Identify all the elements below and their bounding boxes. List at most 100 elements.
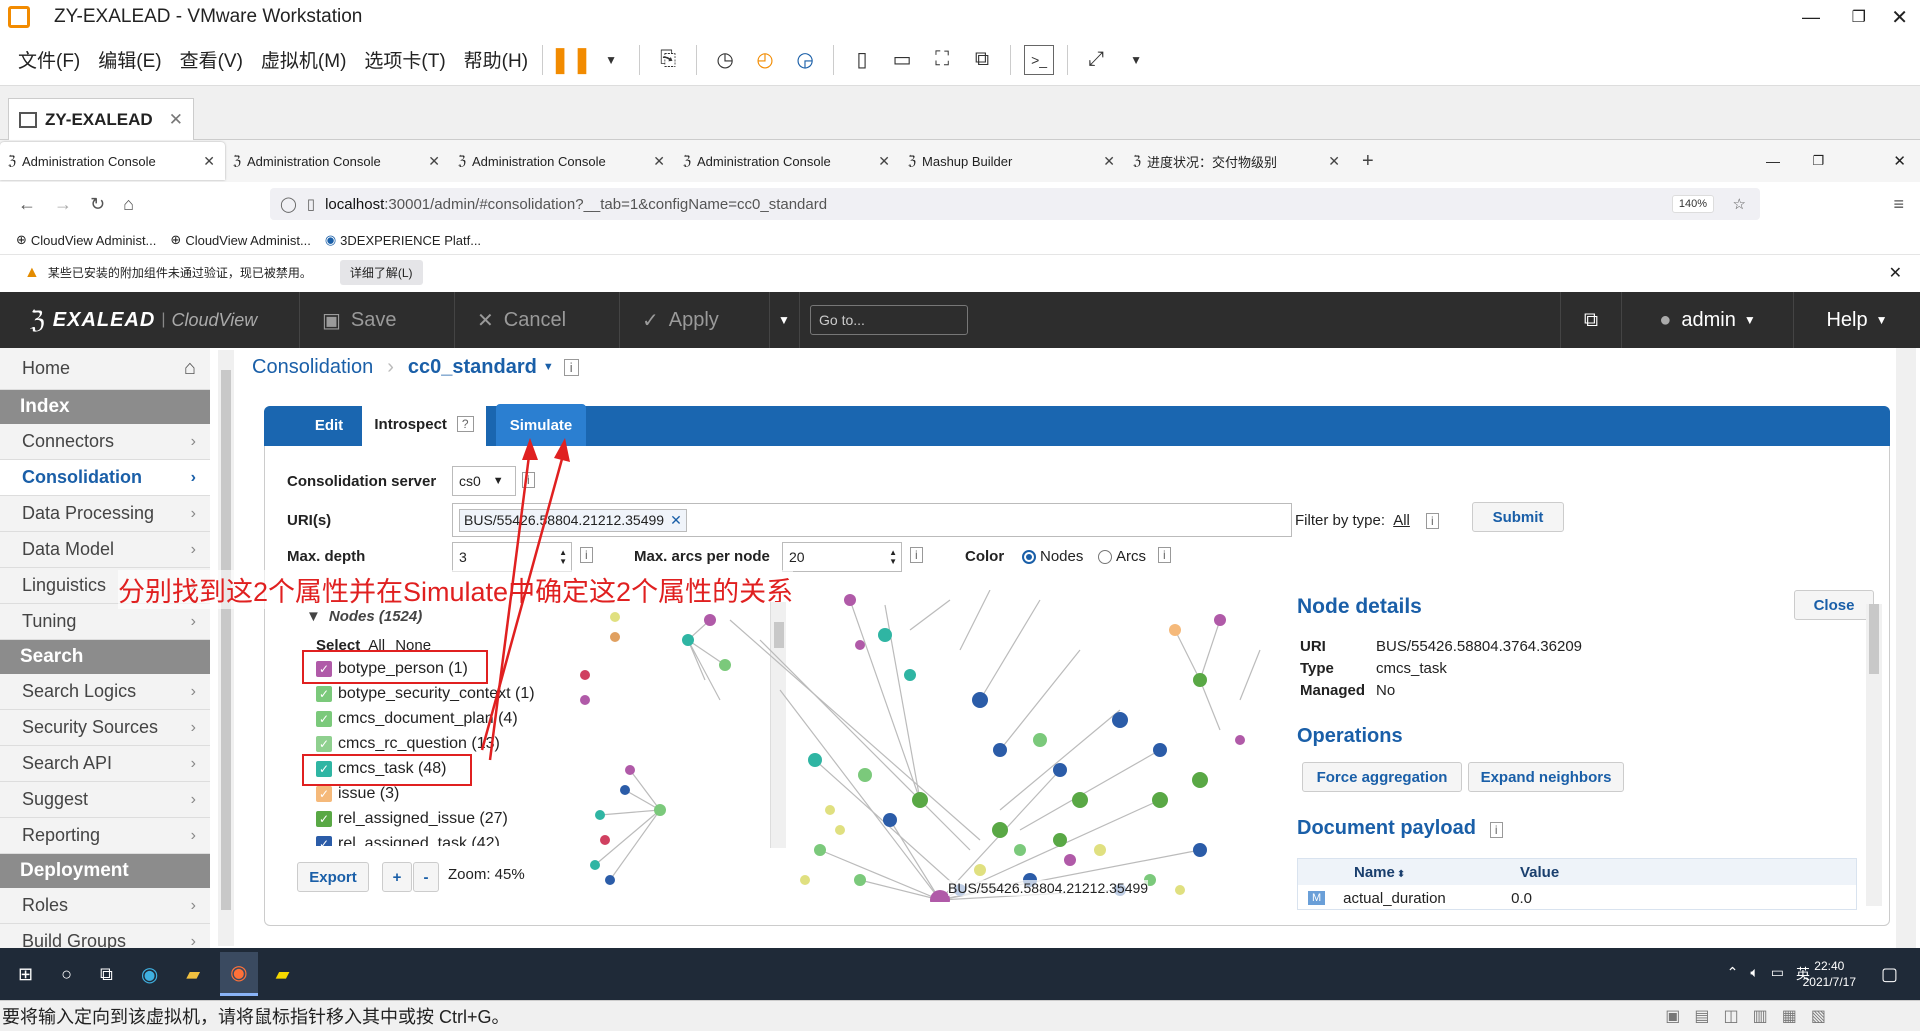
minimize-icon[interactable]: — bbox=[1766, 153, 1780, 169]
graph-canvas[interactable] bbox=[560, 590, 1270, 902]
export-button[interactable]: Export bbox=[297, 862, 369, 892]
bookmark-star-icon[interactable]: ☆ bbox=[1733, 195, 1746, 213]
revert-snapshot-icon[interactable]: ◴ bbox=[750, 45, 780, 75]
sidebar-item-tuning[interactable]: Tuning › bbox=[0, 604, 210, 640]
apply-button[interactable]: ✓ Apply bbox=[620, 292, 770, 348]
goto-input[interactable]: Go to... bbox=[810, 305, 968, 335]
stretch-icon[interactable]: ⤢ bbox=[1081, 45, 1111, 75]
info-icon[interactable]: i bbox=[580, 547, 593, 563]
browser-tab[interactable]: ℨ Administration Console ✕ bbox=[450, 142, 675, 180]
zoom-in-button[interactable]: + bbox=[382, 862, 412, 892]
info-icon[interactable]: i bbox=[910, 547, 923, 563]
zoom-badge[interactable]: 140% bbox=[1671, 195, 1714, 213]
expand-neighbors-button[interactable]: Expand neighbors bbox=[1468, 762, 1624, 792]
sidebar-item-search-api[interactable]: Search API › bbox=[0, 746, 210, 782]
checkbox-icon[interactable]: ✓ bbox=[316, 735, 332, 752]
task-view-icon[interactable]: ⧉ bbox=[100, 964, 113, 985]
restore-icon[interactable]: ❐ bbox=[1812, 153, 1824, 169]
browser-tab[interactable]: ℨ Administration Console ✕ bbox=[0, 142, 225, 180]
chevron-up-icon[interactable]: ⌃ bbox=[1727, 964, 1739, 984]
chevron-down-icon[interactable]: ▼ bbox=[1121, 45, 1151, 75]
file-explorer-icon[interactable]: ▰ bbox=[186, 964, 200, 985]
sidebar-view-icon[interactable]: ▯ bbox=[847, 45, 877, 75]
send-keys-icon[interactable]: ⎘ bbox=[653, 45, 683, 75]
color-nodes-radio[interactable]: Nodes bbox=[1022, 548, 1083, 565]
edge-icon[interactable]: ◉ bbox=[141, 962, 158, 987]
sidebar-item-security-sources[interactable]: Security Sources › bbox=[0, 710, 210, 746]
sidebar-item-data-processing[interactable]: Data Processing › bbox=[0, 496, 210, 532]
network-icon[interactable]: ▭ bbox=[1771, 964, 1784, 984]
vm-tab[interactable]: ZY-EXALEAD ✕ bbox=[8, 98, 194, 140]
scrollbar-thumb[interactable] bbox=[221, 370, 231, 910]
tab-edit[interactable]: Edit bbox=[298, 404, 360, 446]
bookmark-item[interactable]: CloudView Administ... bbox=[185, 233, 311, 248]
checkbox-icon[interactable]: ✓ bbox=[316, 810, 332, 827]
menu-edit[interactable]: 编辑(E) bbox=[98, 46, 161, 73]
new-tab-icon[interactable]: + bbox=[1362, 150, 1374, 173]
search-icon[interactable]: ○ bbox=[61, 964, 72, 985]
info-icon[interactable]: i bbox=[1426, 513, 1439, 529]
help-menu[interactable]: Help ▼ bbox=[1794, 292, 1920, 348]
browser-tab[interactable]: ℨ 进度状况：交付物级别 ✕ bbox=[1125, 142, 1350, 180]
close-icon[interactable]: ✕ bbox=[169, 110, 183, 130]
page-scrollbar[interactable] bbox=[1896, 348, 1916, 948]
sticky-notes-icon[interactable]: ▰ bbox=[276, 964, 290, 985]
chevron-down-icon[interactable]: ▼ bbox=[543, 361, 554, 373]
browser-tab[interactable]: ℨ Mashup Builder ✕ bbox=[900, 142, 1125, 180]
pause-icon[interactable]: ❚❚ bbox=[549, 44, 593, 75]
menu-vm[interactable]: 虚拟机(M) bbox=[261, 46, 346, 73]
save-button[interactable]: ▣ Save bbox=[300, 292, 455, 348]
menu-file[interactable]: 文件(F) bbox=[18, 46, 80, 73]
reload-icon[interactable]: ↻ bbox=[90, 194, 105, 215]
sidebar-item-connectors[interactable]: Connectors › bbox=[0, 424, 210, 460]
close-icon[interactable]: ✕ bbox=[1103, 153, 1115, 170]
windows-start-icon[interactable]: ⊞ bbox=[18, 964, 33, 985]
checkbox-icon[interactable]: ✓ bbox=[316, 835, 332, 846]
close-icon[interactable]: ✕ bbox=[203, 153, 215, 170]
arcs-input[interactable]: 20 ▲ ▼ bbox=[782, 542, 902, 572]
home-icon[interactable]: ⌂ bbox=[123, 194, 134, 215]
user-menu[interactable]: ● admin ▼ bbox=[1622, 292, 1794, 348]
fullscreen-icon[interactable]: ⛶ bbox=[927, 45, 957, 75]
sidebar-item-search-logics[interactable]: Search Logics › bbox=[0, 674, 210, 710]
sidebar-item-suggest[interactable]: Suggest › bbox=[0, 782, 210, 818]
info-icon[interactable]: i bbox=[1489, 822, 1503, 838]
snapshot-icon[interactable]: ◷ bbox=[710, 45, 740, 75]
nodes-header[interactable]: ▼ Nodes (1524) bbox=[306, 608, 422, 625]
close-icon[interactable]: ✕ bbox=[1893, 152, 1906, 170]
close-icon[interactable]: ✕ bbox=[653, 153, 665, 170]
back-icon[interactable]: ← bbox=[18, 194, 36, 215]
bookmark-item[interactable]: CloudView Administ... bbox=[31, 233, 157, 248]
col-value-header[interactable]: Value bbox=[1520, 864, 1559, 881]
checkbox-icon[interactable]: ✓ bbox=[316, 710, 332, 727]
sidebar-item-consolidation[interactable]: Consolidation › bbox=[0, 460, 210, 496]
force-aggregation-button[interactable]: Force aggregation bbox=[1302, 762, 1462, 792]
browser-tab[interactable]: ℨ Administration Console ✕ bbox=[675, 142, 900, 180]
firefox-icon[interactable]: ◉ bbox=[220, 952, 258, 996]
spinner-icon[interactable]: ▲ ▼ bbox=[889, 548, 897, 566]
table-row[interactable]: M actual_duration 0.0 bbox=[1298, 885, 1856, 911]
thumbnail-view-icon[interactable]: ▭ bbox=[887, 45, 917, 75]
bookmark-item[interactable]: 3DEXPERIENCE Platf... bbox=[340, 233, 481, 248]
notification-icon[interactable]: ▢ bbox=[1881, 964, 1898, 985]
browser-tab[interactable]: ℨ Administration Console ✕ bbox=[225, 142, 450, 180]
sidebar-item-data-model[interactable]: Data Model › bbox=[0, 532, 210, 568]
url-bar[interactable]: ◯ ▯ localhost :30001/admin/#consolidatio… bbox=[270, 188, 1760, 220]
minimize-icon[interactable]: — bbox=[1802, 7, 1820, 28]
console-icon[interactable]: >_ bbox=[1024, 44, 1055, 75]
window-toggle-button[interactable]: ⧉ bbox=[1560, 292, 1622, 348]
scrollbar-thumb[interactable] bbox=[1869, 604, 1879, 674]
maximize-icon[interactable]: ❐ bbox=[1852, 7, 1866, 27]
learn-more-button[interactable]: 详细了解(L) bbox=[339, 260, 423, 285]
sidebar-item-home[interactable]: Home ⌂ bbox=[0, 348, 210, 390]
apply-dropdown[interactable]: ▼ bbox=[770, 292, 800, 348]
info-icon[interactable]: i bbox=[563, 358, 579, 376]
color-arcs-radio[interactable]: Arcs bbox=[1098, 548, 1146, 565]
checkbox-icon[interactable]: ✓ bbox=[316, 785, 332, 802]
snapshot-manager-icon[interactable]: ◶ bbox=[790, 45, 820, 75]
submit-button[interactable]: Submit bbox=[1472, 502, 1564, 532]
close-button[interactable]: Close bbox=[1794, 590, 1874, 620]
unity-icon[interactable]: ⧉ bbox=[967, 45, 997, 75]
info-icon[interactable]: i bbox=[1158, 547, 1171, 563]
checkbox-icon[interactable]: ✓ bbox=[316, 685, 332, 702]
